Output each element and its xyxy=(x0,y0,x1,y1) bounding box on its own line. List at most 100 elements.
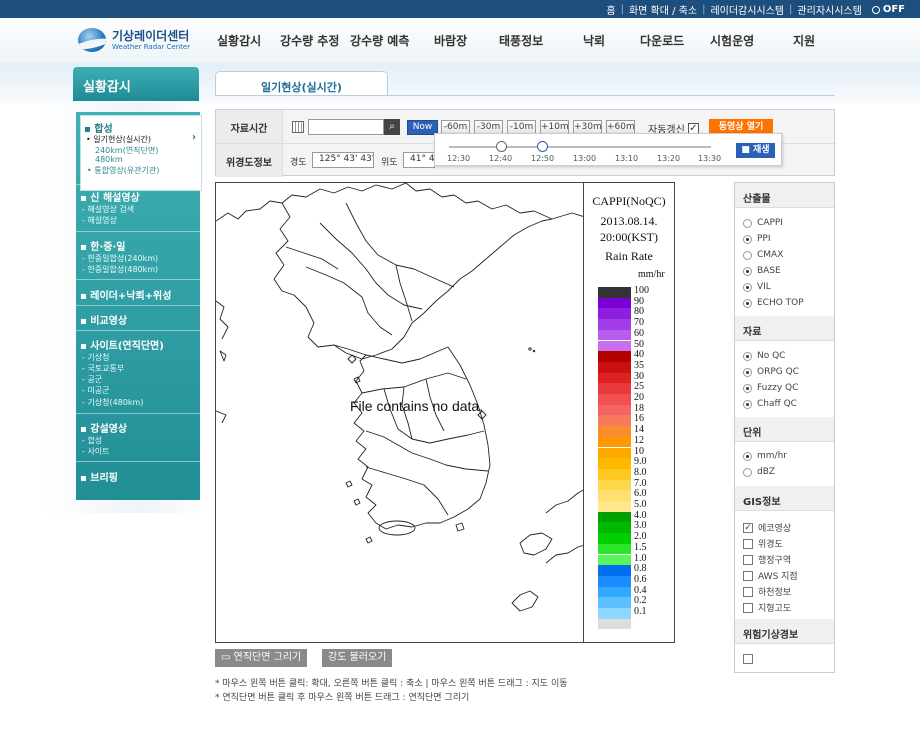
data-qc-option[interactable]: No QC xyxy=(743,351,785,361)
nav-item[interactable]: 시험운영 xyxy=(710,32,754,49)
search-icon[interactable]: ⌕ xyxy=(384,119,400,135)
gis-option[interactable]: 하천정보 xyxy=(743,585,791,598)
submenu-item[interactable]: - 기상청 xyxy=(82,352,110,363)
timeline-current-handle[interactable] xyxy=(537,141,548,152)
submenu-item[interactable]: - 합성 xyxy=(82,435,102,446)
gis-heading: GIS정보 xyxy=(735,486,834,511)
gis-option[interactable]: 행정구역 xyxy=(743,553,791,566)
product-radio[interactable] xyxy=(743,282,752,292)
unit-radio[interactable] xyxy=(743,467,752,477)
legend-swatch xyxy=(598,490,631,501)
gis-checkbox[interactable] xyxy=(743,586,753,597)
submenu-item-current[interactable]: • 일기현상(실시간) xyxy=(86,134,151,145)
product-option[interactable]: CAPPI xyxy=(743,218,783,228)
legend-value: 40 xyxy=(634,349,644,361)
nav-item[interactable]: 낙뢰 xyxy=(583,32,605,49)
gis-option[interactable]: 지형고도 xyxy=(743,601,791,614)
data-qc-option[interactable]: Fuzzy QC xyxy=(743,383,798,393)
gis-checkbox[interactable] xyxy=(743,554,753,565)
nav-item[interactable]: 실황감시 xyxy=(217,32,261,49)
timeline-track[interactable] xyxy=(449,146,711,148)
data-qc-option[interactable]: ORPG QC xyxy=(743,367,799,377)
data-qc-radio[interactable] xyxy=(743,399,752,409)
power-off-link[interactable]: OFF xyxy=(867,4,910,15)
legend-swatch xyxy=(598,361,631,373)
product-radio[interactable] xyxy=(743,266,752,276)
latitude-label: 위도 xyxy=(381,158,398,168)
unit-radio[interactable] xyxy=(743,451,752,461)
gis-option[interactable]: ✓ 에코영상 xyxy=(743,521,791,534)
submenu-item[interactable]: - 미공군 xyxy=(82,385,110,396)
submenu-item[interactable]: • 통합영상(유관기관) xyxy=(87,165,159,176)
data-qc-radio[interactable] xyxy=(743,351,752,361)
menu-snow[interactable]: ▪ 강설영상 xyxy=(80,420,127,435)
timeline-start-handle[interactable] xyxy=(496,141,507,152)
legend-swatch xyxy=(598,394,631,405)
play-button[interactable]: ■ 재생 xyxy=(736,143,775,158)
zoom-link[interactable]: 화면 확대 / 축소 xyxy=(624,2,702,17)
product-option[interactable]: ECHO TOP xyxy=(743,298,804,308)
data-qc-radio[interactable] xyxy=(743,383,752,393)
unit-option[interactable]: mm/hr xyxy=(743,451,787,461)
date-input[interactable] xyxy=(308,119,384,135)
menu-briefing[interactable]: ▪ 브리핑 xyxy=(80,469,118,484)
legend-swatch xyxy=(598,468,631,480)
logo[interactable]: 기상레이더센터 Weather Radar Center xyxy=(78,28,190,52)
home-link[interactable]: 홈 xyxy=(601,2,620,17)
gis-checkbox[interactable] xyxy=(743,538,753,549)
tab-realtime[interactable]: 일기현상(실시간) xyxy=(215,71,388,96)
submenu-item[interactable]: 480km xyxy=(95,155,123,164)
product-radio[interactable] xyxy=(743,250,752,260)
nav-item[interactable]: 강수량 추정 xyxy=(280,32,339,49)
legend-swatch xyxy=(598,426,631,437)
hazard-warning-option[interactable] xyxy=(743,654,753,664)
menu-site[interactable]: ▪ 사이트(연직단면) xyxy=(80,337,164,352)
submenu-label: 한중일합성(480km) xyxy=(87,265,159,274)
legend-swatch xyxy=(598,340,631,352)
submenu-item[interactable]: - 국토교통부 xyxy=(82,363,124,374)
admin-link[interactable]: 관리자시시스템 xyxy=(792,2,866,17)
hazard-warning-checkbox[interactable] xyxy=(743,654,753,664)
data-qc-option[interactable]: Chaff QC xyxy=(743,399,797,409)
gis-option[interactable]: 위경도 xyxy=(743,537,783,550)
gis-checkbox[interactable] xyxy=(743,602,753,613)
submenu-item[interactable]: - 사이트 xyxy=(82,446,110,457)
menu-radar-lightning-satellite[interactable]: ▪ 레이더+낙뢰+위성 xyxy=(80,287,171,302)
load-intensity-button[interactable]: 강도 불러오기 xyxy=(322,649,393,667)
product-option[interactable]: CMAX xyxy=(743,250,783,260)
radar-monitor-link[interactable]: 레이더감시시스템 xyxy=(705,2,789,17)
product-option[interactable]: BASE xyxy=(743,266,781,276)
submenu-item[interactable]: - 공군 xyxy=(82,374,102,385)
product-radio[interactable] xyxy=(743,298,752,308)
legend-value: 10 xyxy=(634,445,644,457)
submenu-item[interactable]: - 해설영상 xyxy=(82,215,117,226)
menu-composite[interactable]: ▪ 합성 xyxy=(84,120,113,135)
submenu-item[interactable]: - 해설영상 검색 xyxy=(82,204,134,215)
legend-swatch xyxy=(598,372,631,384)
unit-option[interactable]: dBZ xyxy=(743,467,775,477)
gis-checkbox[interactable] xyxy=(743,570,753,581)
submenu-item[interactable]: - 기상청(480km) xyxy=(82,397,143,408)
nav-item[interactable]: 바람장 xyxy=(434,32,467,49)
data-qc-radio[interactable] xyxy=(743,367,752,377)
nav-item[interactable]: 태풍정보 xyxy=(499,32,543,49)
unit-label: dBZ xyxy=(757,467,776,477)
menu-commentary[interactable]: ▪ 신 해설영상 xyxy=(80,189,140,204)
product-option[interactable]: VIL xyxy=(743,282,771,292)
product-radio[interactable] xyxy=(743,234,752,244)
product-radio[interactable] xyxy=(743,218,752,228)
vertical-section-button[interactable]: ▭ 연직단면 그리기 xyxy=(215,649,308,667)
submenu-item[interactable]: - 한중일합성(480km) xyxy=(82,264,158,275)
legend-value: 30 xyxy=(634,370,644,382)
calendar-icon[interactable] xyxy=(292,121,304,133)
nav-item[interactable]: 다운로드 xyxy=(640,32,684,49)
nav-item[interactable]: 강수량 예측 xyxy=(350,32,409,49)
nav-item[interactable]: 지원 xyxy=(793,32,815,49)
submenu-item[interactable]: - 한중일합성(240km) xyxy=(82,253,158,264)
gis-checkbox[interactable]: ✓ xyxy=(743,522,753,533)
gis-option[interactable]: AWS 지점 xyxy=(743,569,798,582)
menu-compare[interactable]: ▪ 비교영상 xyxy=(80,312,127,327)
menu-kcj[interactable]: ▪ 한·중·일 xyxy=(80,238,125,253)
submenu-label: 국토교통부 xyxy=(87,364,125,373)
product-option[interactable]: PPI xyxy=(743,234,771,244)
